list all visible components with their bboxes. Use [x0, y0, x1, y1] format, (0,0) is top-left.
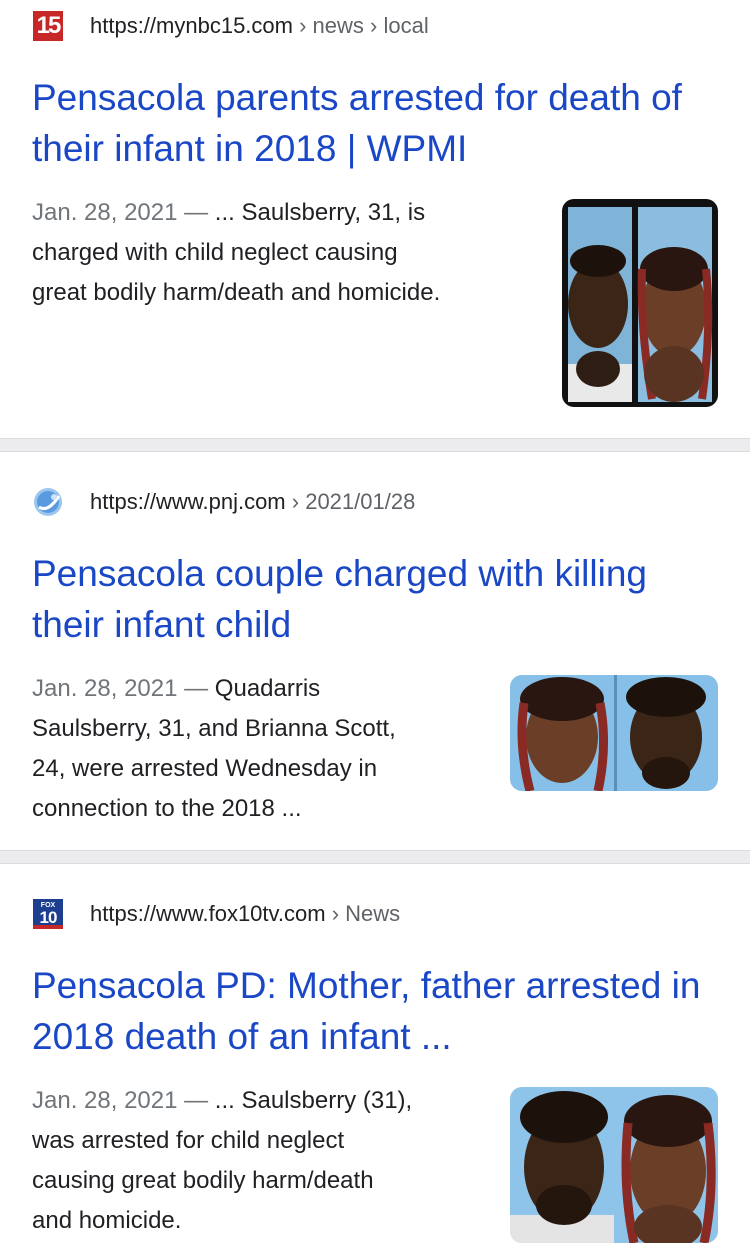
search-result-1[interactable]: 15 https://mynbc15.com › news › local Pe… — [0, 0, 750, 438]
result-separator — [0, 850, 750, 864]
result-source-row[interactable]: https://www.pnj.com › 2021/01/28 — [32, 486, 415, 518]
result-snippet: Jan. 28, 2021 — ... Saulsberry, 31, is c… — [32, 199, 441, 306]
result-source-row[interactable]: 15 https://mynbc15.com › news › local — [32, 10, 429, 42]
pnj-globe-icon — [32, 486, 64, 518]
search-result-2[interactable]: https://www.pnj.com › 2021/01/28 Pensaco… — [0, 452, 750, 850]
mugshots-two-people-thumbnail[interactable] — [562, 199, 718, 407]
result-date: Jan. 28, 2021 — [32, 1087, 178, 1114]
mugshots-two-people-thumbnail[interactable] — [510, 675, 718, 791]
fox10-logo-icon: FOX 10 — [32, 898, 64, 930]
result-date: Jan. 28, 2021 — [32, 675, 178, 702]
result-title-link[interactable]: Pensacola couple charged with killing th… — [32, 548, 722, 650]
result-breadcrumb: › news › local — [299, 13, 429, 38]
result-url[interactable]: https://www.fox10tv.com › News — [90, 901, 400, 927]
result-breadcrumb: › News — [331, 901, 401, 926]
mugshots-two-people-thumbnail[interactable] — [510, 1087, 718, 1243]
result-date: Jan. 28, 2021 — [32, 199, 178, 226]
result-source-row[interactable]: FOX 10 https://www.fox10tv.com › News — [32, 898, 400, 930]
result-snippet: Jan. 28, 2021 — ... Saulsberry (31), was… — [32, 1087, 413, 1234]
result-url[interactable]: https://mynbc15.com › news › local — [90, 13, 429, 39]
result-breadcrumb: › 2021/01/28 — [291, 489, 416, 514]
result-title-link[interactable]: Pensacola PD: Mother, father arrested in… — [32, 960, 722, 1062]
result-snippet: Jan. 28, 2021 — Quadarris Saulsberry, 31… — [32, 675, 396, 822]
result-url[interactable]: https://www.pnj.com › 2021/01/28 — [90, 489, 415, 515]
result-separator — [0, 438, 750, 452]
result-title-link[interactable]: Pensacola parents arrested for death of … — [32, 72, 722, 174]
nbc15-logo-icon: 15 — [32, 10, 64, 42]
search-result-3[interactable]: FOX 10 https://www.fox10tv.com › News Pe… — [0, 864, 750, 1254]
